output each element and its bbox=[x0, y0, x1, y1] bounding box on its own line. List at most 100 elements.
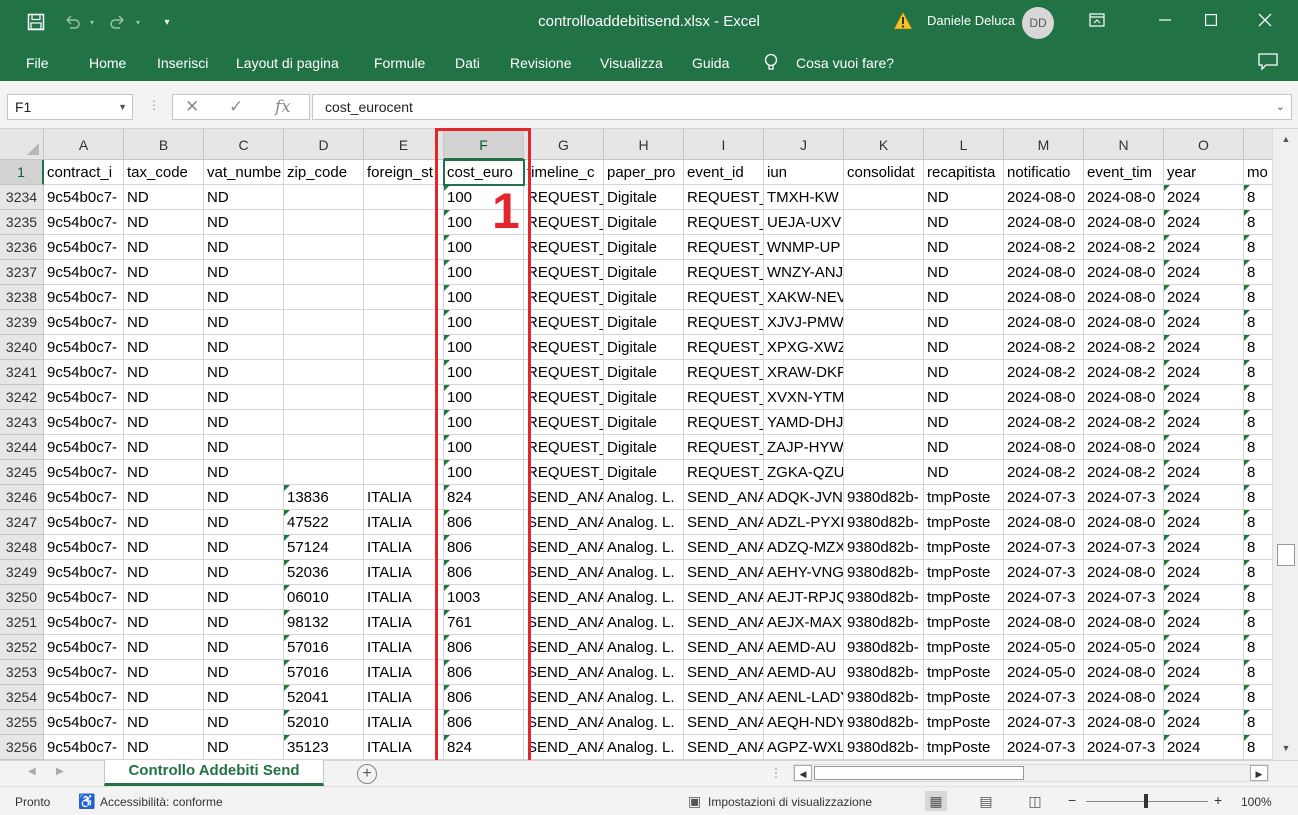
table-cell[interactable]: Analog. L. bbox=[604, 710, 684, 735]
row-header[interactable]: 3238 bbox=[0, 285, 44, 310]
table-cell[interactable]: REQUEST_ bbox=[524, 235, 604, 260]
row-header[interactable]: 3255 bbox=[0, 710, 44, 735]
table-cell[interactable]: 2024 bbox=[1164, 485, 1244, 510]
table-cell[interactable]: 9c54b0c7- bbox=[44, 310, 124, 335]
table-cell[interactable]: ADQK-JVN bbox=[764, 485, 844, 510]
row-header[interactable]: 3243 bbox=[0, 410, 44, 435]
table-cell[interactable]: 8 bbox=[1244, 210, 1272, 235]
table-cell[interactable]: 9380d82b- bbox=[844, 535, 924, 560]
sheet-prev-icon[interactable]: ◀ bbox=[28, 766, 36, 777]
table-cell[interactable]: 2024-08-2 bbox=[1004, 360, 1084, 385]
table-cell[interactable]: 8 bbox=[1244, 710, 1272, 735]
table-cell[interactable]: 2024-07-3 bbox=[1084, 535, 1164, 560]
table-cell[interactable]: 2024-08-0 bbox=[1084, 260, 1164, 285]
table-cell[interactable]: 2024 bbox=[1164, 710, 1244, 735]
table-cell[interactable]: 2024 bbox=[1164, 635, 1244, 660]
table-cell[interactable]: 824 bbox=[444, 735, 524, 760]
select-all-corner[interactable] bbox=[0, 129, 44, 160]
table-cell[interactable]: REQUEST_ bbox=[524, 210, 604, 235]
zoom-slider-thumb[interactable] bbox=[1144, 794, 1148, 808]
table-cell[interactable] bbox=[284, 360, 364, 385]
table-cell[interactable]: 761 bbox=[444, 610, 524, 635]
table-cell[interactable]: 100 bbox=[444, 260, 524, 285]
tab-dati[interactable]: Dati bbox=[455, 55, 480, 71]
table-cell[interactable]: 52010 bbox=[284, 710, 364, 735]
table-cell[interactable]: ND bbox=[924, 310, 1004, 335]
table-cell[interactable]: SEND_ANA bbox=[524, 710, 604, 735]
table-cell[interactable]: 2024-08-0 bbox=[1004, 610, 1084, 635]
column-header[interactable]: B bbox=[124, 129, 204, 160]
row-header[interactable]: 3249 bbox=[0, 560, 44, 585]
table-cell[interactable]: 2024-08-0 bbox=[1084, 510, 1164, 535]
table-cell[interactable] bbox=[284, 335, 364, 360]
table-cell[interactable]: ND bbox=[924, 185, 1004, 210]
table-cell[interactable]: ND bbox=[924, 235, 1004, 260]
table-cell[interactable]: tmpPoste bbox=[924, 560, 1004, 585]
table-cell[interactable]: REQUEST_ bbox=[684, 335, 764, 360]
row-header[interactable]: 3248 bbox=[0, 535, 44, 560]
table-cell[interactable]: TMXH-KW bbox=[764, 185, 844, 210]
table-cell[interactable]: ND bbox=[924, 260, 1004, 285]
table-cell[interactable]: 9380d82b- bbox=[844, 685, 924, 710]
table-cell[interactable]: 9c54b0c7- bbox=[44, 460, 124, 485]
zoom-out-icon[interactable]: − bbox=[1068, 792, 1076, 808]
table-cell[interactable]: 806 bbox=[444, 560, 524, 585]
table-cell[interactable]: XJVJ-PMW bbox=[764, 310, 844, 335]
table-cell[interactable]: 9c54b0c7- bbox=[44, 360, 124, 385]
table-cell[interactable]: ND bbox=[204, 410, 284, 435]
table-cell[interactable]: 2024-08-2 bbox=[1084, 335, 1164, 360]
table-cell[interactable]: 47522 bbox=[284, 510, 364, 535]
table-cell[interactable]: XVXN-YTM bbox=[764, 385, 844, 410]
table-cell[interactable]: 2024 bbox=[1164, 535, 1244, 560]
table-cell[interactable] bbox=[284, 260, 364, 285]
table-cell[interactable]: 2024-08-2 bbox=[1004, 335, 1084, 360]
ribbon-display-icon[interactable] bbox=[1074, 0, 1120, 40]
table-cell[interactable]: 9c54b0c7- bbox=[44, 585, 124, 610]
column-header[interactable]: O bbox=[1164, 129, 1244, 160]
table-cell[interactable]: 9c54b0c7- bbox=[44, 435, 124, 460]
table-cell[interactable]: 2024-05-0 bbox=[1084, 635, 1164, 660]
table-cell[interactable]: ITALIA bbox=[364, 560, 444, 585]
table-cell[interactable]: 9380d82b- bbox=[844, 560, 924, 585]
vertical-scroll-thumb[interactable] bbox=[1277, 544, 1295, 566]
table-cell[interactable]: 8 bbox=[1244, 585, 1272, 610]
table-cell[interactable]: AEMD-AU bbox=[764, 635, 844, 660]
table-cell[interactable]: 9380d82b- bbox=[844, 610, 924, 635]
table-cell[interactable]: ND bbox=[204, 660, 284, 685]
table-cell[interactable]: AENL-LADY bbox=[764, 685, 844, 710]
zoom-in-icon[interactable]: + bbox=[1214, 792, 1222, 808]
table-cell[interactable]: 8 bbox=[1244, 285, 1272, 310]
column-header[interactable]: A bbox=[44, 129, 124, 160]
table-cell[interactable]: tmpPoste bbox=[924, 485, 1004, 510]
row-header[interactable]: 3254 bbox=[0, 685, 44, 710]
tab-guida[interactable]: Guida bbox=[692, 55, 729, 71]
table-cell[interactable]: 806 bbox=[444, 510, 524, 535]
column-header[interactable] bbox=[1244, 129, 1272, 160]
page-layout-view-icon[interactable]: ▤ bbox=[975, 791, 997, 811]
table-cell[interactable]: SEND_ANA bbox=[684, 685, 764, 710]
table-cell[interactable] bbox=[364, 435, 444, 460]
header-cell[interactable]: consolidat bbox=[844, 160, 924, 185]
table-cell[interactable]: tmpPoste bbox=[924, 610, 1004, 635]
table-cell[interactable]: ND bbox=[924, 335, 1004, 360]
table-cell[interactable]: 2024 bbox=[1164, 510, 1244, 535]
column-header[interactable]: L bbox=[924, 129, 1004, 160]
expand-formula-icon[interactable]: ⌄ bbox=[1276, 100, 1285, 113]
table-cell[interactable]: SEND_ANA bbox=[524, 510, 604, 535]
customize-qat-icon[interactable]: ▾ bbox=[160, 8, 174, 36]
table-cell[interactable]: REQUEST_ bbox=[524, 310, 604, 335]
table-cell[interactable]: 2024 bbox=[1164, 335, 1244, 360]
table-cell[interactable]: SEND_ANA bbox=[524, 660, 604, 685]
table-cell[interactable]: REQUEST_ bbox=[684, 385, 764, 410]
table-cell[interactable]: ADZQ-MZX bbox=[764, 535, 844, 560]
table-cell[interactable]: ND bbox=[124, 360, 204, 385]
table-cell[interactable]: 2024-08-2 bbox=[1004, 460, 1084, 485]
table-cell[interactable]: 9c54b0c7- bbox=[44, 510, 124, 535]
tab-layout-di-pagina[interactable]: Layout di pagina bbox=[236, 55, 339, 71]
table-cell[interactable]: 806 bbox=[444, 710, 524, 735]
table-cell[interactable]: ZGKA-QZU bbox=[764, 460, 844, 485]
header-cell[interactable]: notificatio bbox=[1004, 160, 1084, 185]
table-cell[interactable]: ND bbox=[924, 410, 1004, 435]
table-cell[interactable]: SEND_ANA bbox=[524, 610, 604, 635]
table-cell[interactable]: 8 bbox=[1244, 535, 1272, 560]
